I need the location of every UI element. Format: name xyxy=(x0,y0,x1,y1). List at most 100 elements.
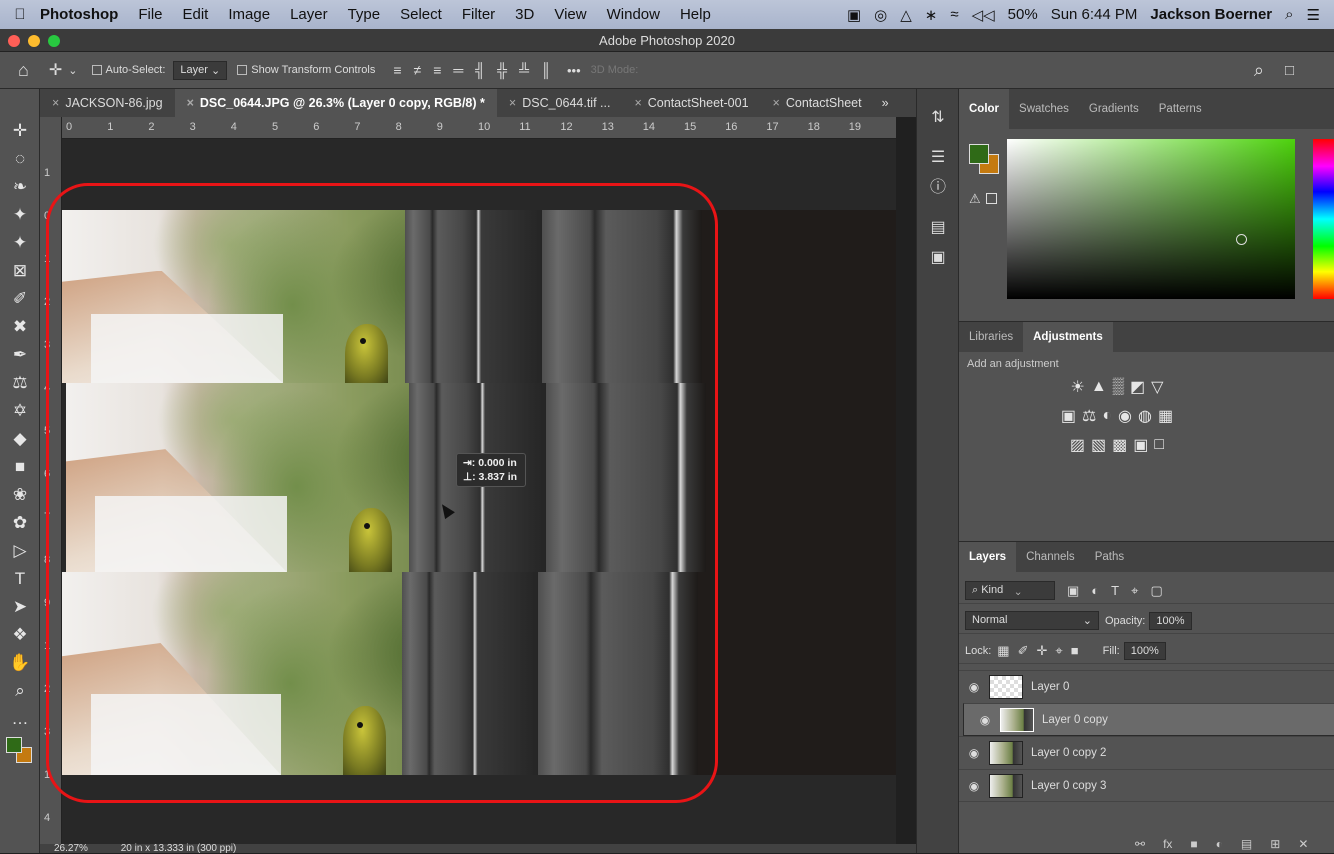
align-middle-icon[interactable]: ╬ xyxy=(497,62,507,78)
channel-mixer-icon[interactable]: ◍ xyxy=(1138,406,1152,426)
history-icon[interactable]: ⇅ xyxy=(917,103,959,133)
properties-icon[interactable]: ☰ xyxy=(917,143,959,173)
threshold-icon[interactable]: ▩ xyxy=(1112,435,1127,455)
brush-tool-icon[interactable]: ✒ xyxy=(0,341,40,369)
auto-select-dropdown[interactable]: Layer ⌄ xyxy=(173,60,228,80)
foreground-color-swatch[interactable] xyxy=(6,737,22,753)
menu-filter[interactable]: Filter xyxy=(462,6,495,23)
tab-layers[interactable]: Layers xyxy=(959,542,1017,572)
maximize-window-button[interactable] xyxy=(48,35,60,47)
black-white-icon[interactable]: ◐ xyxy=(1102,407,1112,425)
menu-image[interactable]: Image xyxy=(228,6,270,23)
tab-close-icon[interactable]: × xyxy=(634,96,641,110)
more-tools-icon[interactable]: … xyxy=(0,705,40,733)
brightness-icon[interactable]: ☀ xyxy=(1071,377,1085,397)
apple-icon[interactable]:  xyxy=(0,6,40,23)
posterize-icon[interactable]: ▧ xyxy=(1091,435,1106,455)
invert-icon[interactable]: ▨ xyxy=(1070,435,1085,455)
workspace-icon[interactable]: □ xyxy=(1285,62,1294,79)
align-top-icon[interactable]: ╣ xyxy=(475,62,485,78)
notification-list-icon[interactable]: ☰ xyxy=(1307,6,1320,24)
tab-adjustments[interactable]: Adjustments xyxy=(1023,322,1113,352)
path-select-tool-icon[interactable]: ▷ xyxy=(0,537,40,565)
blend-mode-dropdown[interactable]: Normal ⌄ xyxy=(965,611,1099,630)
history-brush-tool-icon[interactable]: ✡ xyxy=(0,397,40,425)
frame-tool-icon[interactable]: ⊠ xyxy=(0,257,40,285)
search-icon[interactable]: ⌕ xyxy=(1254,60,1264,81)
kind-filter-dropdown[interactable]: ⌕ Kind ⌄ xyxy=(965,581,1055,600)
layer-name[interactable]: Layer 0 copy xyxy=(1042,714,1108,726)
blur-tool-icon[interactable]: ❀ xyxy=(0,481,40,509)
hue-saturation-icon[interactable]: ▣ xyxy=(1061,406,1076,426)
menu-file[interactable]: File xyxy=(138,6,162,23)
visibility-eye-icon[interactable]: ◉ xyxy=(970,713,1000,727)
more-options-icon[interactable]: ••• xyxy=(567,63,581,78)
visibility-eye-icon[interactable]: ◉ xyxy=(959,779,989,793)
menu-view[interactable]: View xyxy=(554,6,586,23)
ruler-vertical[interactable]: 1 0 1 2 3 4 5 6 7 8 9 1 2 3 1 4 xyxy=(40,117,62,853)
visibility-eye-icon[interactable]: ◉ xyxy=(959,746,989,760)
photo-filter-icon[interactable]: ◉ xyxy=(1118,406,1132,426)
levels-icon[interactable]: ▲ xyxy=(1091,378,1107,396)
screen-icon[interactable]: ▣ xyxy=(847,6,861,24)
info-icon[interactable]: ⓘ xyxy=(917,173,959,203)
tab-paths[interactable]: Paths xyxy=(1085,542,1134,572)
healing-tool-icon[interactable]: ✖ xyxy=(0,313,40,341)
app-menu[interactable]: Photoshop xyxy=(40,6,118,23)
type-tool-icon[interactable]: T xyxy=(0,565,40,593)
volume-icon[interactable]: ◁◁ xyxy=(972,6,995,24)
lock-position-icon[interactable]: ✛ xyxy=(1037,643,1048,659)
delete-layer-icon[interactable]: ✕ xyxy=(1298,837,1308,851)
selective-color-icon[interactable]: ▣ xyxy=(1133,435,1148,455)
layer-name[interactable]: Layer 0 copy 3 xyxy=(1031,780,1106,792)
new-group-icon[interactable]: ▤ xyxy=(1241,837,1252,851)
menu-layer[interactable]: Layer xyxy=(290,6,328,23)
align-right-icon[interactable]: ≡ xyxy=(433,62,441,78)
move-tool-icon[interactable]: ✛ xyxy=(0,117,40,145)
distribute-icon[interactable]: ═ xyxy=(453,62,463,78)
gradient-tool-icon[interactable]: ■ xyxy=(0,453,40,481)
color-balance-icon[interactable]: ⚖ xyxy=(1082,406,1096,426)
tab-overflow-icon[interactable]: » xyxy=(874,89,897,117)
transform-controls-checkbox[interactable]: Show Transform Controls xyxy=(237,64,375,76)
layer-style-icon[interactable]: fx xyxy=(1163,837,1172,851)
hand-tool-icon[interactable]: ✋ xyxy=(0,649,40,677)
tab-dsc-0644-tif[interactable]: × DSC_0644.tif ... xyxy=(497,89,623,117)
tab-jackson-86[interactable]: × JACKSON-86.jpg xyxy=(40,89,175,117)
notes-icon[interactable]: ▣ xyxy=(917,243,959,273)
menu-3d[interactable]: 3D xyxy=(515,6,534,23)
chevron-down-icon[interactable]: ⌄ xyxy=(68,64,77,77)
wifi-icon[interactable]: ≈ xyxy=(950,6,958,23)
eyedropper-tool-icon[interactable]: ✐ xyxy=(0,285,40,313)
adjustment-layer-icon[interactable]: ◐ xyxy=(1216,837,1223,851)
layer-row-layer-0-copy-3[interactable]: ◉ Layer 0 copy 3 xyxy=(959,769,1334,802)
canvas[interactable] xyxy=(62,139,896,844)
menu-select[interactable]: Select xyxy=(400,6,442,23)
layer-mask-icon[interactable]: ■ xyxy=(1190,837,1197,851)
tab-channels[interactable]: Channels xyxy=(1016,542,1085,572)
direct-select-tool-icon[interactable]: ➤ xyxy=(0,593,40,621)
exposure-icon[interactable]: ◩ xyxy=(1130,377,1145,397)
menu-edit[interactable]: Edit xyxy=(183,6,209,23)
tab-close-icon[interactable]: × xyxy=(509,96,516,110)
color-picker-field[interactable] xyxy=(1007,139,1295,299)
smart-object-filter-icon[interactable]: ▢ xyxy=(1150,583,1162,599)
tab-close-icon[interactable]: × xyxy=(187,96,194,110)
close-window-button[interactable] xyxy=(8,35,20,47)
tab-gradients[interactable]: Gradients xyxy=(1079,94,1149,124)
paragraph-icon[interactable]: ▤ xyxy=(917,213,959,243)
tab-swatches[interactable]: Swatches xyxy=(1009,94,1079,124)
clock[interactable]: Sun 6:44 PM xyxy=(1051,6,1138,23)
tab-patterns[interactable]: Patterns xyxy=(1149,94,1212,124)
bluetooth-icon[interactable]: ∗ xyxy=(925,6,938,24)
hue-slider[interactable] xyxy=(1313,139,1334,299)
move-tool-icon[interactable]: ✛ xyxy=(49,60,62,80)
opacity-input[interactable]: 100% xyxy=(1149,611,1192,630)
tab-color[interactable]: Color xyxy=(959,89,1010,129)
marquee-tool-icon[interactable]: ◌ xyxy=(0,145,40,173)
color-lookup-icon[interactable]: ▦ xyxy=(1158,406,1173,426)
link-layers-icon[interactable]: ⚯ xyxy=(1135,837,1145,851)
tab-dsc-0644-jpg[interactable]: × DSC_0644.JPG @ 26.3% (Layer 0 copy, RGB… xyxy=(174,89,497,117)
zoom-tool-icon[interactable]: ⌕ xyxy=(0,677,40,705)
tab-contactsheet[interactable]: × ContactSheet xyxy=(761,89,874,117)
